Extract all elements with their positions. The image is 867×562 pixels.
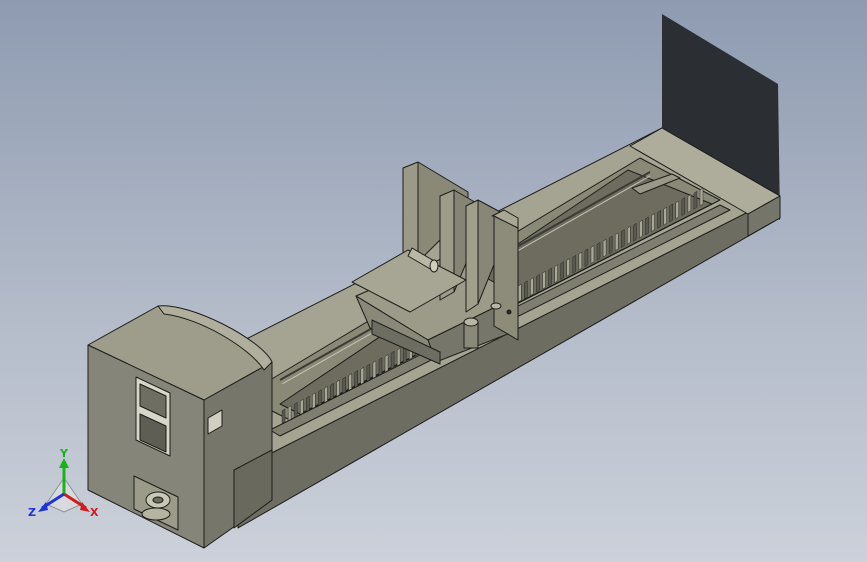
rack-tooth xyxy=(663,206,667,226)
rack-tooth xyxy=(366,363,371,383)
rack-tooth xyxy=(578,251,583,271)
rack-tooth xyxy=(614,232,619,252)
carriage-end-plate xyxy=(493,215,519,341)
rack-tooth xyxy=(681,197,686,216)
roller-end xyxy=(429,259,439,273)
linear-actuator-model[interactable] xyxy=(0,0,867,562)
rack-tooth xyxy=(596,242,601,261)
rack-tooth xyxy=(396,347,401,367)
carriage[interactable] xyxy=(351,161,519,365)
motor-gear-hub xyxy=(152,496,164,504)
rack-tooth xyxy=(657,210,661,229)
rack-tooth xyxy=(621,229,625,248)
rack-tooth xyxy=(627,226,631,245)
orientation-triad[interactable]: Y X Z xyxy=(24,448,104,528)
rack-tooth xyxy=(536,274,540,293)
rack-tooth xyxy=(639,219,643,239)
rack-tooth xyxy=(560,261,564,280)
rack-tooth xyxy=(590,245,595,264)
rack-tooth xyxy=(542,270,546,290)
rack-tooth xyxy=(675,200,680,220)
rack-tooth xyxy=(669,203,673,223)
z-axis-label: Z xyxy=(28,506,36,519)
rack-tooth xyxy=(372,360,377,380)
3d-viewport[interactable]: Y X Z xyxy=(0,0,867,562)
rack-tooth xyxy=(518,283,522,303)
rack-tooth xyxy=(378,357,383,376)
y-axis-label: Y xyxy=(59,448,69,460)
rack-tooth xyxy=(608,235,613,255)
rack-tooth xyxy=(699,187,704,207)
rack-tooth xyxy=(554,264,558,284)
rack-tooth xyxy=(651,213,655,232)
rack-tooth xyxy=(548,267,552,287)
carriage-front-plate xyxy=(465,199,479,313)
rack-tooth xyxy=(354,370,358,389)
rack-tooth xyxy=(645,216,649,236)
pin-small-top xyxy=(490,302,502,310)
rack-tooth xyxy=(602,238,607,258)
rack-tooth xyxy=(693,190,698,210)
rack-tooth xyxy=(360,366,365,386)
rack-tooth xyxy=(566,258,570,277)
rack-tooth xyxy=(384,354,389,373)
pin-cylinder-top xyxy=(463,317,479,327)
rack-tooth xyxy=(633,222,637,242)
screw-hole xyxy=(506,309,512,315)
motor-base-disk xyxy=(141,507,171,521)
rack-tooth xyxy=(687,194,692,213)
x-axis-label: X xyxy=(90,506,99,519)
rack-tooth xyxy=(584,248,589,268)
rack-tooth xyxy=(530,277,534,296)
rack-tooth xyxy=(390,350,395,370)
rack-tooth xyxy=(524,280,528,300)
rack-tooth xyxy=(572,254,577,274)
